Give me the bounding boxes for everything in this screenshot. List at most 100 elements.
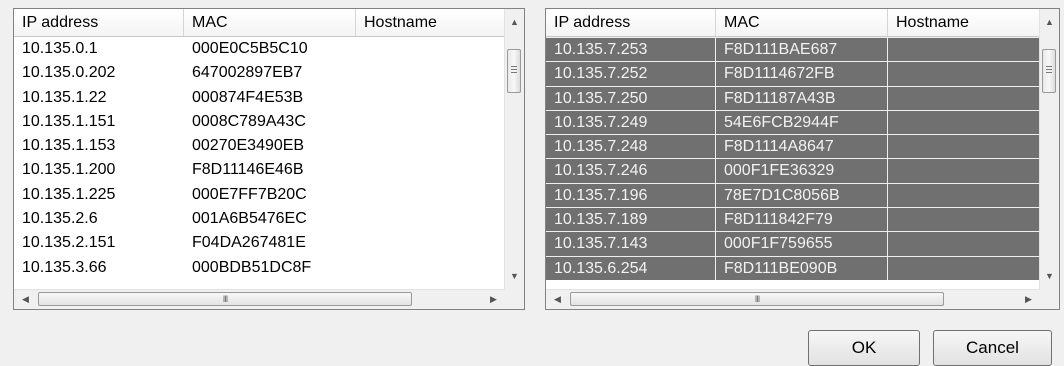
horizontal-scroll-thumb[interactable]: III <box>570 292 944 306</box>
ip-cell: 10.135.7.253 <box>546 37 716 62</box>
mac-cell: 647002897EB7 <box>192 64 303 82</box>
mac-cell: 000E7FF7B20C <box>192 185 307 203</box>
list-item[interactable]: 10.135.1.153 00270E3490EB <box>14 134 505 158</box>
ip-cell: 10.135.2.6 <box>22 210 98 228</box>
scroll-down-icon[interactable]: ▼ <box>505 267 524 286</box>
hostname-cell <box>356 158 505 182</box>
right-list-header: IP address MAC Hostname <box>546 9 1040 37</box>
hostname-cell <box>356 256 505 280</box>
left-horizontal-scrollbar[interactable]: ◀ III ▶ <box>14 289 505 309</box>
list-item[interactable]: 10.135.7.250 F8D11187A43B <box>546 85 1040 110</box>
list-item[interactable]: 10.135.2.151 F04DA267481E <box>14 231 505 255</box>
ip-cell: 10.135.7.189 <box>546 207 716 232</box>
scroll-right-icon[interactable]: ▶ <box>1019 290 1038 309</box>
scroll-right-icon[interactable]: ▶ <box>484 290 503 309</box>
mac-cell: F8D111842F79 <box>716 207 888 232</box>
ip-cell: 10.135.7.252 <box>546 61 716 86</box>
list-item[interactable]: 10.135.1.151 0008C789A43C <box>14 110 505 134</box>
hostname-cell <box>888 85 1040 110</box>
ip-cell: 10.135.0.1 <box>22 40 98 57</box>
hostname-cell <box>356 231 505 255</box>
list-item[interactable]: 10.135.7.196 78E7D1C8056B <box>546 182 1040 208</box>
vertical-scroll-thumb[interactable] <box>507 49 521 93</box>
hostname-cell <box>888 134 1040 159</box>
mac-cell: 00270E3490EB <box>192 137 305 155</box>
right-list-view[interactable]: IP address MAC Hostname 10.135.7.253 F8D1… <box>545 8 1060 310</box>
hostname-cell <box>356 86 505 110</box>
list-item[interactable]: 10.135.7.246 000F1FE36329 <box>546 158 1040 183</box>
left-list-view[interactable]: IP address MAC Hostname 10.135.0.1 000E0C… <box>13 8 525 310</box>
column-header-hostname[interactable]: Hostname <box>888 9 1040 36</box>
list-item[interactable]: 10.135.3.66 000BDB51DC8F <box>14 256 505 280</box>
vertical-scroll-thumb[interactable] <box>1042 49 1056 93</box>
mac-cell: 000F1F759655 <box>716 231 888 256</box>
column-header-hostname[interactable]: Hostname <box>356 9 505 36</box>
hostname-cell <box>888 207 1040 232</box>
right-horizontal-scrollbar[interactable]: ◀ III ▶ <box>546 289 1040 309</box>
hostname-cell <box>888 231 1040 256</box>
ip-cell: 10.135.1.200 <box>22 161 116 179</box>
mac-cell: F8D1114672FB <box>716 61 888 86</box>
mac-cell: F8D111BAE687 <box>716 37 888 62</box>
hostname-cell <box>356 61 505 85</box>
list-item[interactable]: 10.135.7.252 F8D1114672FB <box>546 61 1040 86</box>
scroll-left-icon[interactable]: ◀ <box>548 290 567 309</box>
list-item[interactable]: 10.135.6.254 F8D111BE090B <box>546 255 1040 280</box>
mac-cell: 001A6B5476EC <box>192 210 307 228</box>
column-header-ip[interactable]: IP address <box>14 9 184 36</box>
grip-icon <box>511 66 517 70</box>
hostname-cell <box>356 110 505 134</box>
ip-cell: 10.135.1.153 <box>22 137 116 155</box>
list-item[interactable]: 10.135.2.6 001A6B5476EC <box>14 207 505 231</box>
ip-cell: 10.135.1.151 <box>22 112 116 130</box>
list-item[interactable]: 10.135.1.200 F8D11146E46B <box>14 158 505 182</box>
mac-cell: 78E7D1C8056B <box>716 182 888 208</box>
cancel-button[interactable]: Cancel <box>933 330 1052 366</box>
left-list-rows: 10.135.0.1 000E0C5B5C10 10.135.0.202 647002… <box>14 37 505 290</box>
ip-cell: 10.135.7.196 <box>546 182 716 208</box>
list-item[interactable]: 10.135.7.248 F8D1114A8647 <box>546 134 1040 159</box>
mac-cell: 0008C789A43C <box>192 112 306 130</box>
left-list-header: IP address MAC Hostname <box>14 9 505 37</box>
column-header-mac[interactable]: MAC <box>184 9 356 36</box>
ip-cell: 10.135.3.66 <box>22 258 107 276</box>
scroll-up-icon[interactable]: ▲ <box>1040 13 1059 32</box>
list-item[interactable]: 10.135.7.143 000F1F759655 <box>546 231 1040 256</box>
grip-icon <box>1046 72 1052 73</box>
hostname-cell <box>888 109 1040 135</box>
hostname-cell <box>356 207 505 231</box>
mac-cell: 000BDB51DC8F <box>192 258 312 276</box>
hostname-cell <box>888 37 1040 62</box>
mac-cell: F8D1114A8647 <box>716 134 888 159</box>
scroll-up-icon[interactable]: ▲ <box>505 13 524 32</box>
hostname-cell <box>356 134 505 158</box>
column-header-mac[interactable]: MAC <box>716 9 888 36</box>
mac-cell: F8D11187A43B <box>716 85 888 110</box>
ip-cell: 10.135.0.202 <box>22 64 116 82</box>
list-item[interactable]: 10.135.7.249 54E6FCB2944F <box>546 109 1040 135</box>
list-item[interactable]: 10.135.1.225 000E7FF7B20C <box>14 183 505 207</box>
left-vertical-scrollbar[interactable]: ▲ ▼ <box>504 9 524 290</box>
mac-cell: 000874F4E53B <box>192 88 304 106</box>
list-item[interactable]: 10.135.7.189 F8D111842F79 <box>546 207 1040 232</box>
scroll-left-icon[interactable]: ◀ <box>16 290 35 309</box>
right-list-rows: 10.135.7.253 F8D111BAE687 10.135.7.252 F8D1… <box>546 37 1040 290</box>
list-item[interactable]: 10.135.0.202 647002897EB7 <box>14 61 505 85</box>
list-item[interactable]: 10.135.1.22 000874F4E53B <box>14 86 505 110</box>
column-header-ip[interactable]: IP address <box>546 9 716 36</box>
hostname-cell <box>888 255 1040 280</box>
ip-cell: 10.135.7.250 <box>546 85 716 110</box>
list-item[interactable]: 10.135.7.253 F8D111BAE687 <box>546 37 1040 62</box>
hostname-cell <box>356 183 505 207</box>
scroll-down-icon[interactable]: ▼ <box>1040 267 1059 286</box>
right-vertical-scrollbar[interactable]: ▲ ▼ <box>1039 9 1059 290</box>
list-item[interactable]: 10.135.0.1 000E0C5B5C10 <box>14 37 505 61</box>
mac-cell: F8D11146E46B <box>192 161 304 179</box>
ok-button[interactable]: OK <box>808 330 920 366</box>
mac-cell: 54E6FCB2944F <box>716 109 888 135</box>
hostname-cell <box>888 158 1040 183</box>
hostname-cell <box>888 61 1040 86</box>
mac-cell: 000F1FE36329 <box>716 158 888 183</box>
ip-cell: 10.135.7.249 <box>546 109 716 135</box>
horizontal-scroll-thumb[interactable]: III <box>38 292 412 306</box>
